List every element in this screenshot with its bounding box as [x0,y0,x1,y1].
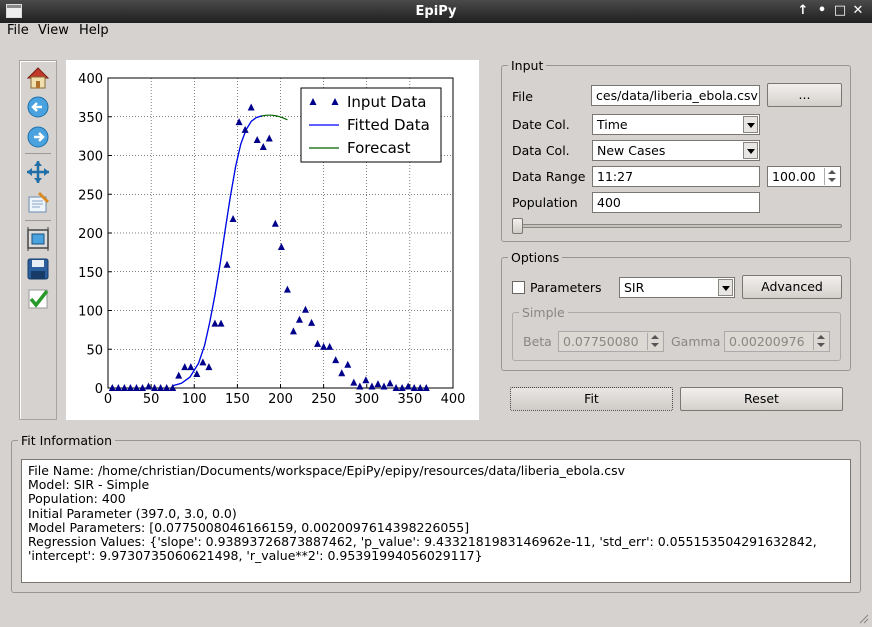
legend-label: Fitted Data [347,116,430,134]
restore-icon[interactable]: □ [833,3,847,19]
menu-bar: File View Help [0,23,872,41]
model-value: SIR [624,280,645,295]
gamma-spinbox[interactable]: 0.00200976 [724,331,830,352]
y-tick-label: 50 [86,343,103,358]
beta-value: 0.07750080 [563,334,639,349]
x-tick-label: 200 [268,392,293,407]
data-col-value: New Cases [597,143,666,158]
date-col-select[interactable]: Time [592,114,760,135]
fit-button[interactable]: Fit [510,387,673,411]
fit-info-text[interactable]: File Name: /home/christian/Documents/wor… [21,459,851,583]
percent-value: 100.00 [772,169,816,184]
x-tick-label: 100 [182,392,207,407]
file-label: File [512,89,533,104]
fit-info-line: File Name: /home/christian/Documents/wor… [28,463,626,478]
toolbar-separator [25,153,51,154]
advanced-button[interactable]: Advanced [742,275,842,299]
chevron-down-icon [743,116,758,133]
y-tick-label: 250 [78,188,103,203]
range-slider-handle[interactable] [512,218,523,234]
close-icon[interactable]: ✕ [851,3,865,19]
y-tick-label: 200 [78,227,103,242]
percent-spinbox[interactable]: 100.00 [767,166,841,187]
options-group-title: Options [511,250,560,265]
subplots-config-icon[interactable] [25,226,51,252]
x-tick-label: 50 [143,392,160,407]
y-tick-label: 400 [78,72,103,87]
checkmark-icon[interactable] [25,286,51,312]
y-tick-label: 100 [78,305,103,320]
file-path-field[interactable]: ces/data/liberia_ebola.csv [591,85,760,106]
spin-arrows-icon[interactable] [647,333,662,350]
x-tick-label: 150 [225,392,250,407]
window-title: EpiPy [415,4,457,19]
resize-grip-icon[interactable] [857,612,869,624]
toolbar-separator [25,220,51,221]
plot-canvas[interactable]: 0 50 100 150 200 250 300 350 400 0 50 100 150 200 250 3… [66,60,479,420]
pan-icon[interactable] [25,159,51,185]
data-col-select[interactable]: New Cases [592,140,760,161]
forward-arrow-icon[interactable] [25,124,51,150]
fit-info-line: Population: 400 [28,491,126,507]
parameters-checkbox[interactable] [512,281,525,294]
legend-label: Input Data [347,93,426,111]
fit-info-line: Model: SIR - Simple [28,477,150,493]
fit-info-line: Initial Parameter (397.0, 3.0, 0.0) [28,505,237,521]
x-tick-label: 400 [441,392,466,407]
legend-label: Forecast [347,139,411,157]
model-select[interactable]: SIR [619,277,735,298]
title-bar: EpiPy ↑ • □ ✕ [0,0,872,23]
date-col-label: Date Col. [512,117,570,132]
save-disk-icon[interactable] [25,256,51,282]
maximize-arrow-icon[interactable]: ↑ [796,3,810,19]
simple-group-title: Simple [522,305,565,320]
chevron-down-icon [718,279,733,296]
data-range-label: Data Range [512,169,586,184]
x-tick-label: 350 [397,392,422,407]
y-tick-label: 150 [78,266,103,281]
menu-view[interactable]: View [38,23,69,38]
gamma-label: Gamma [671,334,721,349]
fit-info-title: Fit Information [21,433,112,448]
home-icon[interactable] [25,65,51,91]
fit-info-line: Regression Values: {'slope': 0.938937268… [28,534,817,550]
menu-help[interactable]: Help [79,23,109,38]
y-tick-label: 350 [78,111,103,126]
plot-toolbar [19,60,57,420]
y-tick-label: 0 [95,382,103,397]
population-label: Population [512,195,578,210]
parameters-label: Parameters [530,280,602,295]
reset-button[interactable]: Reset [680,387,843,411]
date-col-value: Time [597,117,628,132]
zoom-rect-icon[interactable] [25,190,51,216]
data-col-label: Data Col. [512,143,570,158]
back-arrow-icon[interactable] [25,94,51,120]
y-tick-label: 300 [78,150,103,165]
fit-info-line: 'intercept': 9.9730735060621498, 'r_valu… [28,548,483,564]
beta-spinbox[interactable]: 0.07750080 [558,331,664,352]
range-slider-track[interactable] [512,224,842,228]
data-range-field[interactable]: 11:27 [592,166,760,187]
minimize-icon[interactable]: • [815,3,829,19]
fit-info-line: Model Parameters: [0.0775008046166159, 0… [28,519,470,535]
spin-arrows-icon[interactable] [813,333,828,350]
epidemic-chart: 0 50 100 150 200 250 300 350 400 0 50 100 150 200 250 3… [78,72,466,407]
x-tick-label: 0 [104,392,112,407]
spin-arrows-icon[interactable] [824,168,839,185]
x-tick-label: 300 [354,392,379,407]
gamma-value: 0.00200976 [729,334,805,349]
beta-label: Beta [523,334,552,349]
x-tick-label: 250 [311,392,336,407]
menu-file[interactable]: File [7,23,29,38]
input-group-title: Input [511,58,544,73]
chevron-down-icon [743,142,758,159]
browse-button[interactable]: ... [767,83,842,107]
population-field[interactable]: 400 [592,192,760,213]
